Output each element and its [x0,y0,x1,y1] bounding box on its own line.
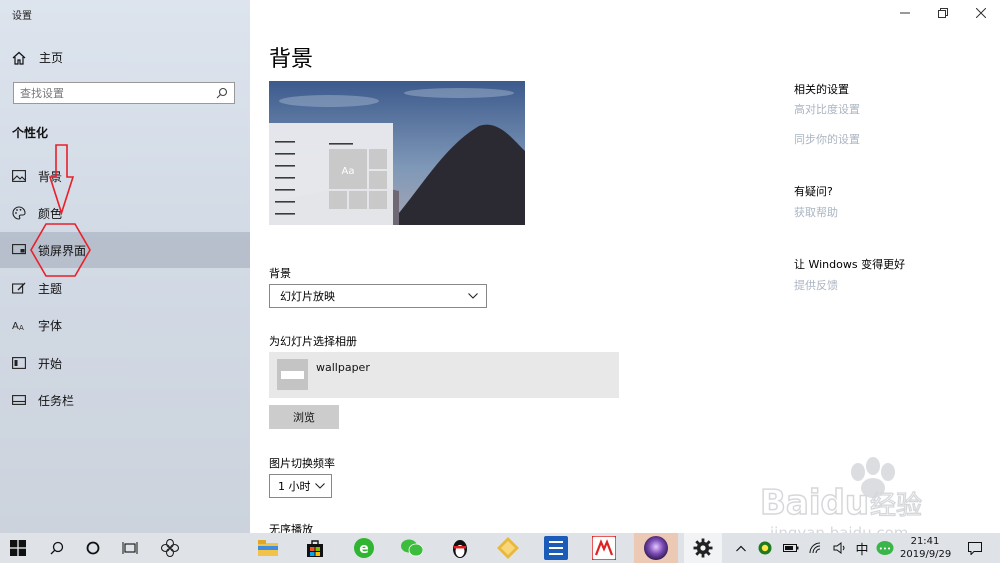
tray-app-button[interactable] [755,533,775,563]
task-view-icon [122,542,138,554]
ime-indicator[interactable]: 中 [852,533,872,563]
chevron-up-icon [736,545,746,551]
browser-button[interactable]: e [346,533,382,563]
dropdown-value: 1 小时 [278,480,311,493]
svg-text:经验: 经验 [870,491,922,521]
shuffle-label: 无序播放 [269,523,313,533]
svg-text:e: e [359,541,369,557]
sidebar-item-label: 字体 [38,318,63,333]
restore-button[interactable] [924,0,962,26]
annotation-arrow [30,144,91,277]
speaker-icon [833,542,845,554]
blue-tool-app-icon [544,536,568,560]
hexagon-annotation [30,223,91,277]
pinwheel-app-button[interactable] [152,533,188,563]
background-preview: Aa [269,81,525,225]
chevron-down-icon [468,293,478,299]
sidebar-item-start[interactable]: 开始 [0,345,250,381]
down-arrow-annotation [48,144,75,216]
red-app-button[interactable] [586,533,622,563]
folder-icon [258,540,278,556]
minimize-button[interactable] [886,0,924,26]
tray-expand-button[interactable] [732,533,750,563]
background-type-dropdown[interactable]: 幻灯片放映 [269,284,487,308]
get-help-link[interactable]: 获取帮助 [794,204,838,220]
question-title: 有疑问? [794,185,833,198]
taskbar-search-button[interactable] [40,533,74,563]
start-button[interactable] [0,533,36,563]
close-icon [976,8,986,18]
battery-icon [783,544,799,552]
interval-dropdown[interactable]: 1 小时 [269,474,332,498]
svg-text:A: A [12,321,19,331]
restore-icon [938,8,948,18]
file-explorer-button[interactable] [250,533,286,563]
album-section-label: 为幻灯片选择相册 [269,335,357,348]
chevron-down-icon [315,483,325,489]
background-type-label: 背景 [269,267,291,280]
sync-settings-link[interactable]: 同步你的设置 [794,131,860,147]
browser-e-icon: e [354,538,374,558]
sidebar-item-label: 开始 [38,356,63,371]
volume-button[interactable] [830,533,850,563]
cortana-circle-icon [86,541,100,555]
windows-logo-icon [10,540,26,556]
game-app-button[interactable] [490,533,526,563]
close-button[interactable] [962,0,1000,26]
svg-text:Baidu: Baidu [760,483,869,523]
galaxy-app-icon [644,536,668,560]
feedback-link[interactable]: 提供反馈 [794,277,838,293]
settings-app-button[interactable] [684,533,722,563]
sidebar-item-taskbar[interactable]: 任务栏 [0,382,250,418]
taskbar-icon [12,393,26,407]
store-bag-icon [307,540,323,557]
network-button[interactable] [806,533,826,563]
folder-thumbnail-icon [277,359,308,390]
interval-label: 图片切换频率 [269,457,335,470]
svg-text:A: A [19,324,24,331]
preview-sample-text: Aa [342,166,355,177]
shield-tray-icon [758,541,772,555]
qq-button[interactable] [442,533,478,563]
sidebar-item-label: 任务栏 [38,393,75,408]
task-view-button[interactable] [112,533,148,563]
page-title: 背景 [269,47,314,72]
media-app-button[interactable] [634,533,678,563]
sidebar-item-fonts[interactable]: AA 字体 [0,307,250,343]
album-item[interactable]: wallpaper [269,352,619,398]
notification-icon [968,541,982,555]
wechat-button[interactable] [394,533,430,563]
taskbar-clock[interactable]: 21:41 2019/9/29 [900,535,952,561]
related-settings-title: 相关的设置 [794,83,849,96]
browse-button[interactable]: 浏览 [269,405,339,429]
window-controls [886,0,1000,26]
dropdown-value: 幻灯片放映 [280,290,335,303]
start-menu-icon [12,356,26,370]
gold-badge-icon [497,537,519,559]
font-icon: AA [12,318,26,332]
qq-penguin-icon [453,540,467,558]
clock-date: 2019/9/29 [900,549,952,560]
minimize-icon [900,12,910,14]
wechat-icon [401,539,423,557]
red-app-icon [592,536,616,560]
store-button[interactable] [297,533,333,563]
battery-button[interactable] [781,533,801,563]
sidebar: 设置 主页 个性化 背景 颜色 锁屏界面 主题 AA 字体 开始 任务栏 [0,0,250,533]
clock-time: 21:41 [910,536,940,547]
wifi-icon [809,542,821,554]
chat-tray-button[interactable]: ••• [874,533,896,563]
blue-app-button[interactable] [538,533,574,563]
action-center-button[interactable] [962,533,988,563]
cortana-button[interactable] [76,533,110,563]
improve-windows-title: 让 Windows 变得更好 [794,258,906,271]
chat-bubble-icon: ••• [876,541,894,555]
gear-icon [693,538,713,558]
taskbar: e 中 ••• 21:41 2019/9/29 [0,533,1000,563]
high-contrast-link[interactable]: 高对比度设置 [794,101,860,117]
pinwheel-app-icon [161,539,179,557]
search-icon [50,541,64,555]
album-name: wallpaper [316,361,370,374]
svg-text:•••: ••• [879,545,891,553]
